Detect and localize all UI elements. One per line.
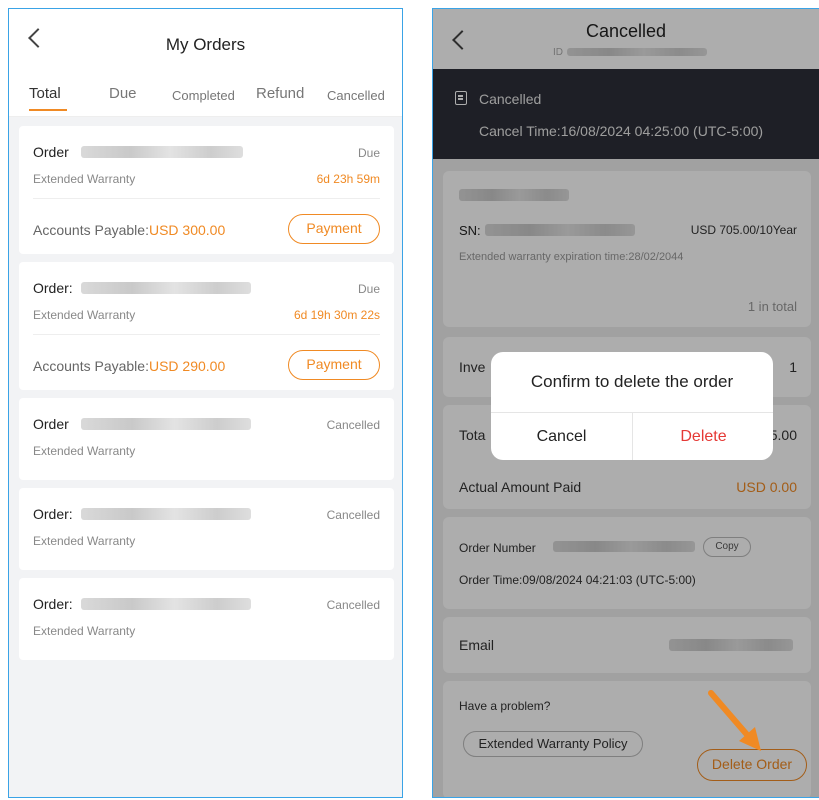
tab-total[interactable]: Total [29, 85, 61, 102]
order-card[interactable]: Order Cancelled Extended Warranty [19, 398, 394, 480]
order-type: Extended Warranty [33, 624, 136, 638]
order-label: Order: [33, 506, 73, 522]
time-remaining: 6d 23h 59m [316, 172, 380, 186]
order-label: Order: [33, 596, 73, 612]
order-card[interactable]: Order: Cancelled Extended Warranty [19, 578, 394, 660]
order-type: Extended Warranty [33, 534, 136, 548]
order-id-redacted [81, 508, 251, 520]
payment-button[interactable]: Payment [288, 214, 380, 244]
order-label: Order [33, 144, 69, 160]
order-status: Cancelled [326, 598, 380, 612]
order-id-redacted [81, 282, 251, 294]
page-title: My Orders [165, 35, 246, 54]
order-card[interactable]: Order: Cancelled Extended Warranty [19, 488, 394, 570]
order-detail-screen: Cancelled ID Cancelled Cancel Time:16/08… [432, 8, 819, 798]
pointer-arrow-icon [708, 690, 761, 751]
accounts-payable: Accounts Payable:USD 300.00 [33, 222, 226, 238]
confirm-delete-dialog: Confirm to delete the order Cancel Delet… [491, 352, 773, 460]
my-orders-screen: My Orders Total Due Completed Refund Can… [8, 8, 403, 798]
order-status: Cancelled [326, 508, 380, 522]
active-tab-indicator [29, 109, 67, 111]
order-card[interactable]: Order Due Extended Warranty 6d 23h 59m A… [19, 126, 394, 254]
dialog-cancel-button[interactable]: Cancel [491, 413, 632, 460]
order-id-redacted [81, 598, 251, 610]
order-status: Due [357, 146, 380, 160]
order-label: Order: [33, 280, 73, 296]
order-type: Extended Warranty [33, 444, 136, 458]
time-remaining: 6d 19h 30m 22s [293, 308, 380, 322]
divider [33, 198, 380, 199]
tab-refund[interactable]: Refund [256, 85, 304, 102]
dialog-delete-button[interactable]: Delete [633, 413, 773, 460]
header: My Orders [9, 9, 402, 81]
dialog-title: Confirm to delete the order [530, 372, 734, 391]
order-label: Order [33, 416, 69, 432]
tab-due[interactable]: Due [109, 85, 137, 102]
order-card[interactable]: Order: Due Extended Warranty 6d 19h 30m … [19, 262, 394, 390]
tab-cancelled[interactable]: Cancelled [327, 88, 385, 103]
divider [33, 334, 380, 335]
order-type: Extended Warranty [33, 172, 136, 186]
accounts-payable: Accounts Payable:USD 290.00 [33, 358, 226, 374]
order-status: Due [357, 282, 380, 296]
order-status: Cancelled [326, 418, 380, 432]
tab-completed[interactable]: Completed [172, 88, 235, 103]
payment-button[interactable]: Payment [288, 350, 380, 380]
order-tabs: Total Due Completed Refund Cancelled [9, 81, 402, 117]
order-type: Extended Warranty [33, 308, 136, 322]
order-id-redacted [81, 146, 243, 158]
order-id-redacted [81, 418, 251, 430]
